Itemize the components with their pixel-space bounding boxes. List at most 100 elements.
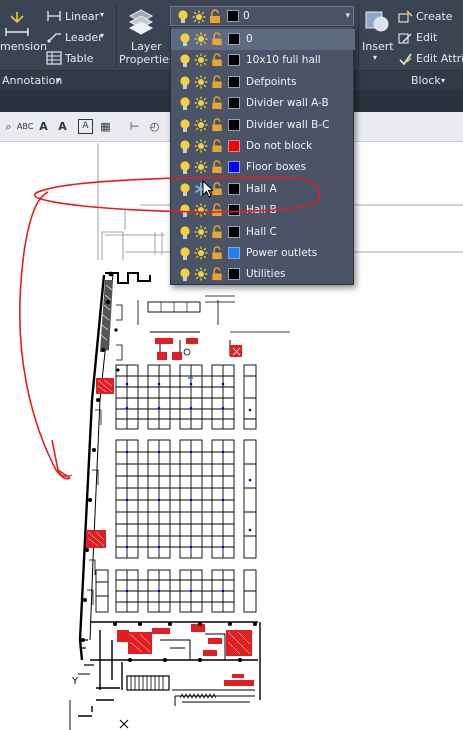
linear-chevron-icon[interactable]: ▾ bbox=[100, 10, 104, 19]
text-frame-icon[interactable]: A bbox=[78, 119, 93, 134]
block-panel-chevron-icon[interactable]: ▾ bbox=[441, 76, 445, 85]
layer-item[interactable]: Power outlets bbox=[171, 243, 355, 264]
zoom-icon[interactable]: ⌕ bbox=[1, 119, 16, 134]
unlock-icon[interactable] bbox=[210, 267, 224, 281]
layer-item[interactable]: Hall B bbox=[171, 200, 355, 221]
table-label[interactable]: Table bbox=[65, 52, 93, 65]
table-format-icon[interactable]: ▦ bbox=[98, 119, 113, 134]
bulb-on-icon[interactable] bbox=[178, 203, 192, 219]
layer-color-swatch[interactable] bbox=[228, 140, 240, 152]
sun-icon[interactable] bbox=[194, 203, 208, 217]
insert-block-icon[interactable] bbox=[363, 6, 391, 36]
sun-icon[interactable] bbox=[194, 267, 208, 281]
annotation-panel-title[interactable]: Annotation bbox=[2, 74, 62, 87]
dimension-toolbar-icon[interactable]: ⊢ bbox=[127, 119, 142, 134]
freeze-snowflake-icon[interactable] bbox=[194, 182, 208, 196]
edit-attributes-label[interactable]: Edit Attrib bbox=[416, 52, 463, 65]
bulb-on-icon[interactable] bbox=[176, 9, 190, 25]
unlock-icon[interactable] bbox=[210, 203, 224, 217]
layer-color-swatch[interactable] bbox=[228, 247, 240, 259]
layer-color-swatch[interactable] bbox=[228, 225, 240, 238]
unlock-icon[interactable] bbox=[210, 182, 224, 196]
spell-check-icon[interactable]: ABC bbox=[17, 119, 33, 134]
layer-properties-label-2[interactable]: Properties bbox=[119, 53, 175, 66]
unlock-icon[interactable] bbox=[210, 224, 224, 239]
table-icon[interactable] bbox=[46, 51, 62, 65]
bulb-on-icon[interactable] bbox=[178, 246, 192, 262]
layer-color-swatch[interactable] bbox=[228, 75, 240, 88]
bulb-on-icon[interactable] bbox=[178, 267, 192, 283]
layer-item[interactable]: Defpoints bbox=[171, 72, 355, 93]
create-block-icon[interactable] bbox=[398, 10, 413, 24]
layer-item[interactable]: Do not block bbox=[171, 136, 355, 157]
bulb-on-icon[interactable] bbox=[178, 160, 192, 176]
create-label[interactable]: Create bbox=[416, 10, 453, 23]
bulb-on-icon[interactable] bbox=[178, 53, 192, 69]
layer-item[interactable]: 10x10 full hall bbox=[171, 50, 355, 71]
unlock-icon[interactable] bbox=[208, 9, 222, 24]
bulb-on-icon[interactable] bbox=[178, 96, 192, 112]
sun-icon[interactable] bbox=[192, 10, 206, 24]
unlock-icon[interactable] bbox=[210, 96, 224, 110]
text-height-icon[interactable]: A bbox=[55, 119, 70, 134]
layer-item[interactable]: Hall A bbox=[171, 179, 355, 200]
sun-icon[interactable] bbox=[194, 53, 208, 67]
sun-icon[interactable] bbox=[194, 118, 208, 132]
layer-properties-label-1[interactable]: Layer bbox=[131, 40, 162, 53]
measure-icon[interactable]: ◴ bbox=[147, 119, 162, 134]
layer-item[interactable]: Divider wall B-C bbox=[171, 115, 355, 136]
leader-icon[interactable] bbox=[46, 30, 62, 44]
layer-item[interactable]: Hall C bbox=[171, 222, 355, 243]
layer-color-swatch[interactable] bbox=[228, 54, 240, 67]
dimension-label[interactable]: mension bbox=[0, 40, 47, 53]
sun-icon[interactable] bbox=[194, 160, 208, 174]
layer-item[interactable]: 0 bbox=[171, 29, 355, 50]
layer-color-swatch[interactable] bbox=[228, 33, 240, 45]
layer-color-swatch[interactable] bbox=[228, 182, 240, 195]
insert-label[interactable]: Insert bbox=[362, 40, 394, 53]
leader-chevron-icon[interactable]: ▾ bbox=[100, 31, 104, 40]
unlock-icon[interactable] bbox=[210, 32, 224, 46]
bulb-on-icon[interactable] bbox=[178, 75, 192, 91]
unlock-icon[interactable] bbox=[210, 75, 224, 89]
unlock-icon[interactable] bbox=[210, 117, 224, 132]
layer-color-swatch[interactable] bbox=[228, 118, 240, 131]
text-style-icon[interactable]: A bbox=[36, 119, 51, 134]
unlock-icon[interactable] bbox=[210, 53, 224, 67]
edit-block-icon[interactable] bbox=[398, 31, 413, 45]
sun-icon[interactable] bbox=[194, 96, 208, 110]
layer-color-swatch[interactable] bbox=[228, 204, 240, 217]
bulb-on-icon[interactable] bbox=[178, 139, 192, 155]
edit-label[interactable]: Edit bbox=[416, 31, 437, 44]
unlock-icon[interactable] bbox=[210, 139, 224, 153]
layer-dropdown[interactable]: 0 ▾ bbox=[170, 6, 354, 26]
annotation-panel-chevron-icon[interactable]: ▾ bbox=[56, 76, 60, 85]
layer-properties-icon[interactable] bbox=[126, 6, 156, 38]
sun-icon[interactable] bbox=[194, 139, 208, 153]
dropdown-chevron-icon[interactable]: ▾ bbox=[345, 11, 350, 21]
bulb-on-icon[interactable] bbox=[178, 32, 192, 48]
layer-item[interactable]: Utilities bbox=[171, 264, 355, 285]
sun-icon[interactable] bbox=[194, 246, 208, 260]
layer-color-swatch[interactable] bbox=[227, 10, 239, 22]
sun-icon[interactable] bbox=[194, 32, 208, 46]
block-panel-title[interactable]: Block bbox=[411, 74, 441, 87]
linear-dimension-icon[interactable] bbox=[46, 9, 62, 23]
layer-item[interactable]: Divider wall A-B bbox=[171, 93, 355, 114]
edit-attributes-icon[interactable] bbox=[398, 52, 413, 66]
layer-color-swatch[interactable] bbox=[228, 268, 240, 281]
dimension-icon[interactable] bbox=[4, 8, 30, 38]
sun-icon[interactable] bbox=[194, 75, 208, 89]
layer-color-swatch[interactable] bbox=[228, 97, 240, 110]
linear-label[interactable]: Linear bbox=[65, 10, 99, 23]
bulb-on-icon[interactable] bbox=[178, 225, 192, 241]
bulb-on-icon[interactable] bbox=[178, 182, 192, 198]
layer-color-swatch[interactable] bbox=[228, 161, 240, 174]
sun-icon[interactable] bbox=[194, 225, 208, 239]
layer-item[interactable]: Floor boxes bbox=[171, 157, 355, 178]
unlock-icon[interactable] bbox=[210, 160, 224, 174]
leader-label[interactable]: Leader bbox=[65, 31, 103, 44]
unlock-icon[interactable] bbox=[210, 246, 224, 260]
insert-chevron-icon[interactable]: ▾ bbox=[373, 53, 377, 62]
bulb-on-icon[interactable] bbox=[178, 118, 192, 134]
